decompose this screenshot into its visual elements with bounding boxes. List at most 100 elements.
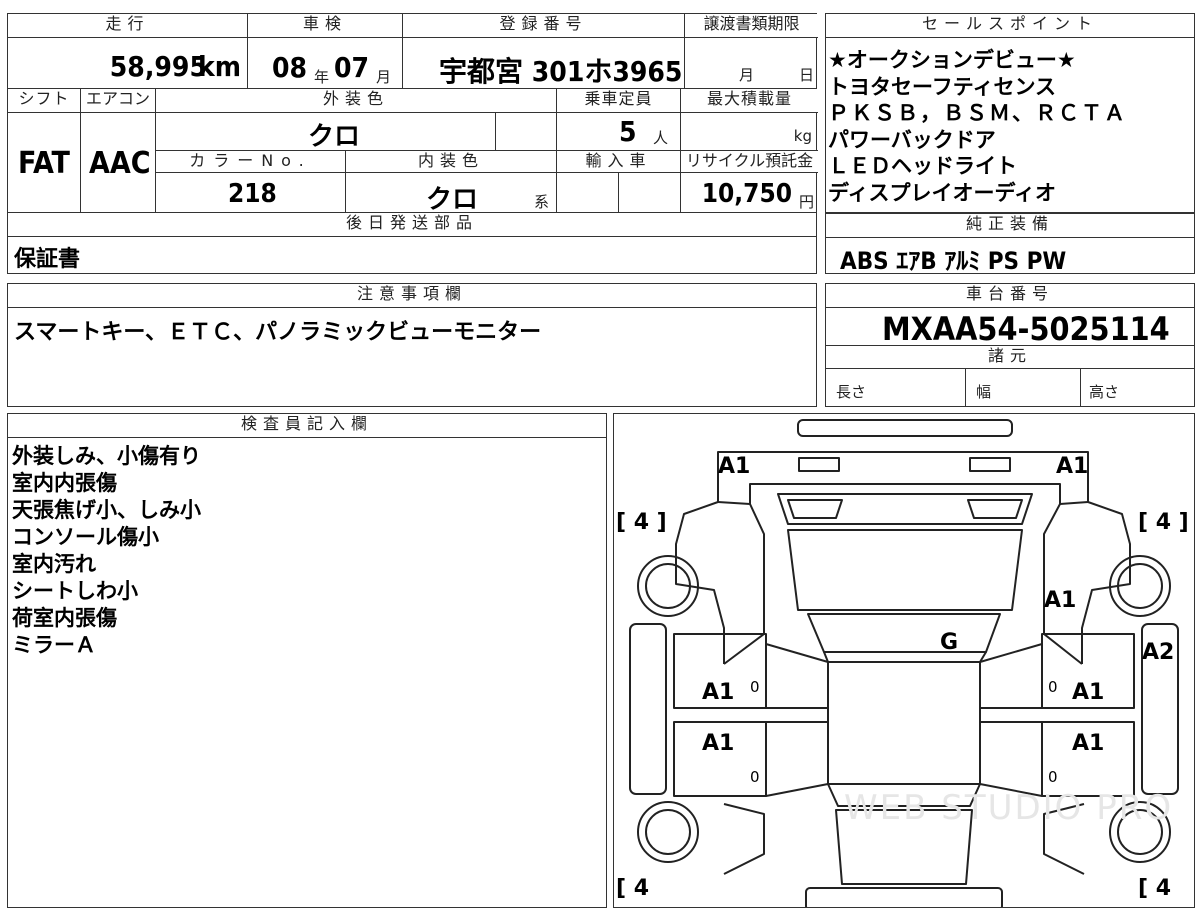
rear-bumper [805, 887, 1003, 907]
mark-rear-door-right: A1 [1072, 731, 1105, 756]
hood [787, 529, 1023, 611]
standard-equipment-value: ABS ｴｱB ｱﾙﾐ PS PW [840, 247, 1067, 275]
registration-value: 宇都宮 301ホ3965 [439, 55, 683, 88]
inspection-label: 車検 [248, 14, 403, 38]
standard-equipment-label: 純正装備 [826, 214, 1194, 238]
sales-point-item: ディスプレイオーディオ [828, 180, 1057, 205]
sales-point-item: ★オークションデビュー★ [828, 48, 1076, 72]
color-no-value: 218 [228, 179, 277, 209]
zero-rear-left: 0 [750, 768, 760, 786]
exterior-color-cell: クロ [156, 113, 496, 152]
capacity-label: 乗車定員 [557, 89, 681, 113]
front-bumper [797, 419, 1013, 437]
recycle-label: リサイクル預託金 [681, 151, 818, 173]
sales-point-item: ＰＫＳＢ，ＢＳＭ、ＲＣＴＡ [828, 101, 1127, 125]
mark-front-right: A1 [1056, 454, 1089, 479]
exterior-color-extra [496, 113, 557, 151]
windshield [807, 613, 1001, 653]
car-diagram: A1 A1 A1 G A2 A1 A1 A1 A1 0 0 0 0 [ 4 ] … [613, 413, 1195, 908]
color-no-label: カラーNo. [156, 151, 346, 173]
registration-label: 登録番号 [403, 14, 685, 38]
deadline-day-unit: 日 [799, 66, 815, 84]
ac-value: AAC [89, 146, 151, 181]
deadline-cell: 月 日 [685, 38, 818, 90]
inspection-cell: 08 年 07 月 [248, 38, 403, 90]
inspector-box: 検査員記入欄 外装しみ、小傷有り 室内内張傷 天張焦げ小、しみ小 コンソール傷小… [7, 413, 607, 908]
car-outline [629, 419, 1179, 907]
left-side-panel [629, 623, 667, 795]
interior-color-cell: クロ 系 [346, 173, 557, 215]
mileage-value: 58,995 [109, 50, 207, 83]
max-load-cell: kg [681, 113, 818, 151]
headlight-left [798, 457, 840, 472]
rear-quarter-left [723, 803, 765, 875]
notes-value: スマートキー、ＥＴＣ、パノラミックビューモニター [14, 320, 542, 345]
chassis-value: MXAA54-5025114 [882, 310, 1170, 348]
body-left [675, 501, 725, 664]
recycle-unit: 円 [798, 193, 814, 211]
later-parts-label: 後日発送部品 [8, 213, 816, 237]
tire-br: [ 4 [1138, 876, 1172, 901]
inspector-list: 外装しみ、小傷有り 室内内張傷 天張焦げ小、しみ小 コンソール傷小 室内汚れ シ… [12, 443, 201, 659]
inspection-month: 07 [334, 51, 370, 84]
capacity-unit: 人 [653, 129, 669, 147]
zero-front-left: 0 [750, 678, 760, 696]
sales-point-item: ＬＥＤヘッドライト [828, 154, 1017, 178]
inspector-label: 検査員記入欄 [8, 414, 606, 438]
inspector-line: 外装しみ、小傷有り [12, 444, 201, 468]
exterior-color-value: クロ [308, 122, 361, 152]
later-parts-box: 後日発送部品 保証書 [7, 213, 817, 274]
inspector-line: コンソール傷小 [12, 525, 159, 549]
top-info-table: 走行 車検 登録番号 譲渡書類期限 58,995 km 08 年 07 月 宇都… [7, 13, 818, 90]
sales-point-item: トヨタセーフティセンス [828, 74, 1057, 99]
inspection-year: 08 [272, 51, 308, 84]
spec-length-label: 長さ [836, 383, 867, 401]
sales-point-list: ★オークションデビュー★ トヨタセーフティセンス ＰＫＳＢ，ＢＳＭ、ＲＣＴＡ パ… [828, 47, 1127, 206]
color-no-cell: 218 [156, 173, 346, 213]
inspector-line: 天張焦げ小、しみ小 [12, 498, 201, 522]
transfer-deadline-label: 譲渡書類期限 [685, 14, 818, 38]
later-parts-value: 保証書 [14, 247, 81, 272]
interior-color-value: クロ [426, 185, 479, 215]
import-label: 輸入車 [557, 151, 681, 173]
import-cell-a [557, 173, 619, 213]
mark-rear-door-left: A1 [702, 731, 735, 756]
notes-label: 注意事項欄 [8, 284, 816, 308]
body-right [1081, 501, 1131, 664]
month-unit: 月 [376, 68, 392, 86]
shift-value: FAT [18, 146, 70, 181]
tire-tr: [ 4 ] [1138, 510, 1189, 535]
inspector-line: 荷室内張傷 [12, 606, 117, 630]
mark-hood-right: A1 [1044, 588, 1077, 613]
sales-point-label: セールスポイント [826, 14, 1194, 38]
capacity-cell: 5 人 [557, 113, 681, 151]
registration-cell: 宇都宮 301ホ3965 [403, 38, 685, 90]
year-unit: 年 [314, 68, 330, 86]
exterior-color-label: 外装色 [156, 89, 557, 113]
spec-width-cell: 幅 [966, 369, 1081, 407]
mark-right-side: A2 [1142, 640, 1175, 665]
sales-point-box: セールスポイント ★オークションデビュー★ トヨタセーフティセンス ＰＫＳＢ，Ｂ… [825, 13, 1195, 213]
ac-cell: AAC [81, 113, 156, 213]
max-load-unit: kg [793, 127, 812, 145]
shift-label: シフト [8, 89, 81, 113]
recycle-value: 10,750 [701, 179, 792, 209]
watermark: WEB STUDIO PRO [844, 788, 1174, 828]
interior-suffix: 系 [534, 193, 550, 211]
roof [827, 661, 981, 785]
inspector-line: 室内汚れ [12, 552, 96, 576]
spec-width-label: 幅 [976, 383, 992, 401]
ac-label: エアコン [81, 89, 156, 113]
deadline-month-unit: 月 [739, 66, 755, 84]
import-cell-b [619, 173, 681, 213]
tire-tl: [ 4 ] [616, 510, 667, 535]
notes-box: 注意事項欄 スマートキー、ＥＴＣ、パノラミックビューモニター [7, 283, 817, 407]
hood-top [777, 493, 1033, 525]
zero-front-right: 0 [1048, 678, 1058, 696]
standard-equipment-box: 純正装備 ABS ｴｱB ｱﾙﾐ PS PW [825, 213, 1195, 275]
mark-roof: G [940, 630, 959, 655]
chassis-label: 車台番号 [826, 284, 1194, 308]
inspector-line: 室内内張傷 [12, 471, 117, 495]
specs-label: 諸元 [826, 345, 1194, 369]
spec-length-cell: 長さ [826, 369, 966, 407]
